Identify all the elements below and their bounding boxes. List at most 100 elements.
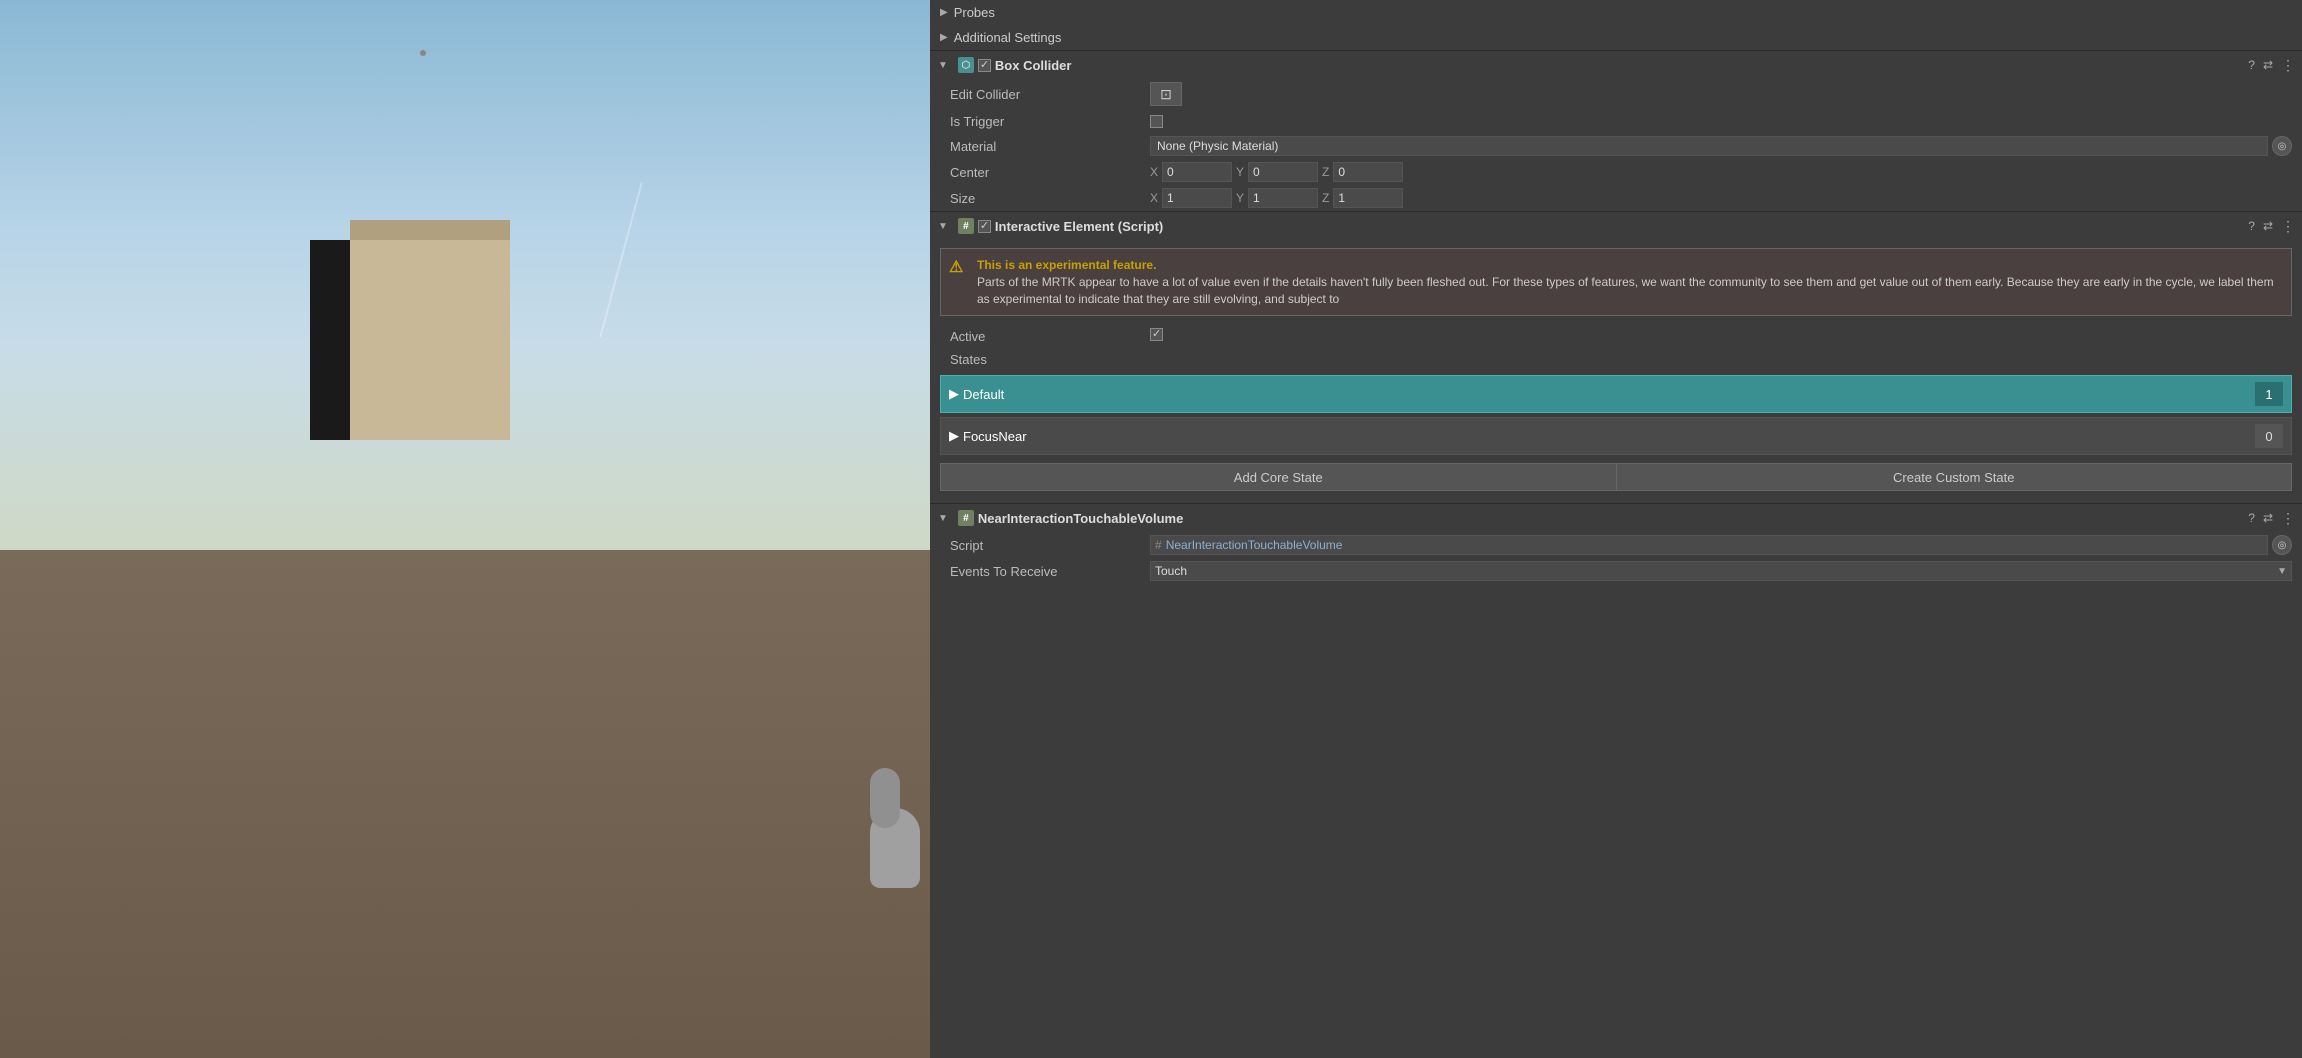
edit-collider-row: Edit Collider ⊡ (930, 79, 2302, 109)
is-trigger-checkbox[interactable] (1150, 115, 1163, 128)
interactive-element-left-icons: ▼ # Interactive Element (Script) (938, 218, 2248, 234)
near-interaction-settings-icon[interactable]: ⇄ (2263, 511, 2273, 525)
active-label: Active (950, 329, 1150, 344)
is-trigger-row: Is Trigger (930, 109, 2302, 133)
center-z-label: Z (1322, 165, 1329, 179)
events-to-receive-label: Events To Receive (950, 564, 1150, 579)
add-core-state-button[interactable]: Add Core State (940, 463, 1616, 491)
near-script-field-text: NearInteractionTouchableVolume (1166, 538, 1343, 552)
events-to-receive-dropdown[interactable]: Touch ▼ (1150, 561, 2292, 581)
center-z-input[interactable]: 0 (1333, 162, 1403, 182)
center-label: Center (950, 165, 1150, 180)
near-interaction-help-icon[interactable]: ? (2248, 511, 2255, 525)
experimental-warning-box: ⚠ This is an experimental feature. Parts… (940, 248, 2292, 316)
box-collider-enabled-checkbox[interactable] (978, 59, 991, 72)
size-x-label: X (1150, 191, 1158, 205)
focus-near-state-count: 0 (2255, 424, 2283, 448)
center-value: X 0 Y 0 Z 0 (1150, 162, 2292, 182)
box-collider-title: Box Collider (995, 58, 1072, 73)
interactive-element-hash-icon: # (958, 218, 974, 234)
near-script-field[interactable]: # NearInteractionTouchableVolume (1150, 535, 2268, 555)
box-collider-settings-icon[interactable]: ⇄ (2263, 58, 2273, 72)
create-custom-state-label: Create Custom State (1893, 470, 2014, 485)
box-collider-arrow-icon[interactable]: ▼ (938, 60, 948, 71)
inspector-panel: ▶ Probes ▶ Additional Settings ▼ ⬡ Box C… (930, 0, 2302, 1058)
box-collider-icon: ⬡ (958, 57, 974, 73)
size-z-input[interactable]: 1 (1333, 188, 1403, 208)
probes-section[interactable]: ▶ Probes (930, 0, 2302, 25)
center-xyz: X 0 Y 0 Z 0 (1150, 162, 1403, 182)
size-value: X 1 Y 1 Z 1 (1150, 188, 2292, 208)
active-row: Active (930, 324, 2302, 348)
create-custom-state-button[interactable]: Create Custom State (1616, 463, 2293, 491)
cube-front-face (350, 240, 510, 440)
default-state-label: Default (963, 387, 1004, 402)
box-collider-left-icons: ▼ ⬡ Box Collider (938, 57, 2248, 73)
default-state-count: 1 (2255, 382, 2283, 406)
default-state-arrow-icon: ▶ (949, 386, 959, 402)
center-x-input[interactable]: 0 (1162, 162, 1232, 182)
is-trigger-value (1150, 115, 2292, 128)
near-script-row: Script # NearInteractionTouchableVolume … (930, 532, 2302, 558)
events-to-receive-arrow-icon: ▼ (2277, 566, 2287, 577)
is-trigger-label: Is Trigger (950, 114, 1150, 129)
interactive-element-header: ▼ # Interactive Element (Script) ? ⇄ ⋮ (930, 212, 2302, 240)
near-script-hash-icon: # (1155, 538, 1162, 552)
interactive-element-menu-icon[interactable]: ⋮ (2281, 218, 2294, 235)
box-collider-help-icon[interactable]: ? (2248, 58, 2255, 72)
near-interaction-title: NearInteractionTouchableVolume (978, 511, 1183, 526)
center-row: Center X 0 Y 0 Z 0 (930, 159, 2302, 185)
material-select-button[interactable]: ◎ (2272, 136, 2292, 156)
edit-collider-button[interactable]: ⊡ (1150, 82, 1182, 106)
size-row: Size X 1 Y 1 Z 1 (930, 185, 2302, 211)
center-dot (420, 50, 426, 56)
additional-settings-section[interactable]: ▶ Additional Settings (930, 25, 2302, 50)
material-field[interactable]: None (Physic Material) (1150, 136, 2268, 156)
near-interaction-right-icons: ? ⇄ ⋮ (2248, 510, 2294, 527)
active-value (1150, 328, 1163, 344)
box-collider-menu-icon[interactable]: ⋮ (2281, 57, 2294, 74)
focus-near-arrow-icon: ▶ (949, 428, 959, 444)
default-state-name: ▶ Default (949, 386, 2255, 402)
near-interaction-arrow-icon[interactable]: ▼ (938, 513, 948, 524)
probes-label: Probes (954, 5, 995, 20)
interactive-element-help-icon[interactable]: ? (2248, 219, 2255, 233)
focus-near-state-name: ▶ FocusNear (949, 428, 2255, 444)
ground-plane (0, 550, 930, 1058)
events-to-receive-value: Touch ▼ (1150, 561, 2292, 581)
active-checkbox[interactable] (1150, 328, 1163, 341)
interactive-element-arrow-icon[interactable]: ▼ (938, 221, 948, 232)
box-collider-component: ▼ ⬡ Box Collider ? ⇄ ⋮ Edit Collider ⊡ I… (930, 50, 2302, 211)
near-script-value: # NearInteractionTouchableVolume ◎ (1150, 535, 2292, 555)
states-section-label: States (930, 348, 2302, 371)
size-y-label: Y (1236, 191, 1244, 205)
near-script-select-button[interactable]: ◎ (2272, 535, 2292, 555)
edit-collider-label: Edit Collider (950, 87, 1150, 102)
warning-triangle-icon: ⚠ (949, 257, 969, 307)
scene-viewport[interactable] (0, 0, 930, 1058)
size-xyz: X 1 Y 1 Z 1 (1150, 188, 1403, 208)
focus-near-state-item[interactable]: ▶ FocusNear 0 (940, 417, 2292, 455)
warning-title: This is an experimental feature. (977, 258, 1156, 272)
size-y-input[interactable]: 1 (1248, 188, 1318, 208)
warning-body: Parts of the MRTK appear to have a lot o… (977, 274, 2283, 308)
box-collider-header: ▼ ⬡ Box Collider ? ⇄ ⋮ (930, 51, 2302, 79)
material-row: Material None (Physic Material) ◎ (930, 133, 2302, 159)
events-to-receive-text: Touch (1155, 564, 1187, 578)
box-collider-right-icons: ? ⇄ ⋮ (2248, 57, 2294, 74)
interactive-element-enabled-checkbox[interactable] (978, 220, 991, 233)
size-x-input[interactable]: 1 (1162, 188, 1232, 208)
near-interaction-menu-icon[interactable]: ⋮ (2281, 510, 2294, 527)
interactive-element-settings-icon[interactable]: ⇄ (2263, 219, 2273, 233)
center-x-label: X (1150, 165, 1158, 179)
center-y-input[interactable]: 0 (1248, 162, 1318, 182)
interactive-element-title: Interactive Element (Script) (995, 219, 1163, 234)
default-state-item[interactable]: ▶ Default 1 (940, 375, 2292, 413)
near-script-label: Script (950, 538, 1150, 553)
material-field-text: None (Physic Material) (1157, 139, 1278, 153)
near-interaction-header: ▼ # NearInteractionTouchableVolume ? ⇄ ⋮ (930, 504, 2302, 532)
edit-collider-icon: ⊡ (1160, 86, 1172, 103)
probes-arrow-icon: ▶ (940, 7, 948, 18)
near-interaction-left-icons: ▼ # NearInteractionTouchableVolume (938, 510, 2248, 526)
interactive-element-component: ▼ # Interactive Element (Script) ? ⇄ ⋮ ⚠… (930, 211, 2302, 499)
